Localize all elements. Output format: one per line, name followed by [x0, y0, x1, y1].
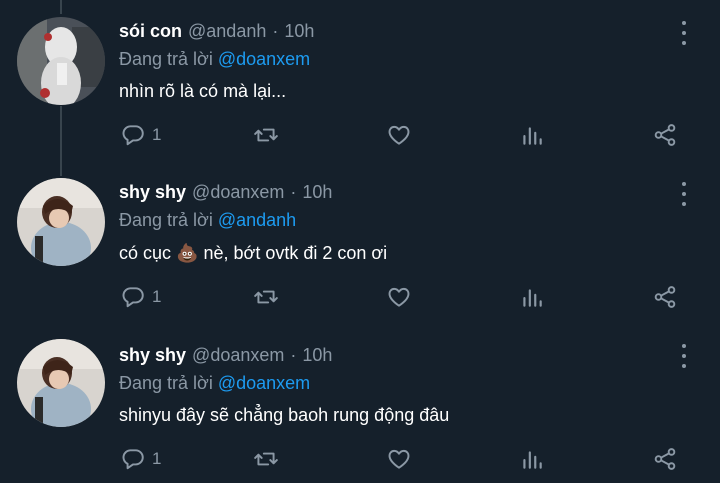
mention-link[interactable]: @andanh [218, 210, 296, 230]
share-icon [654, 124, 676, 146]
separator: · [290, 345, 297, 365]
reply-button[interactable]: 1 [120, 444, 161, 474]
display-name[interactable]: sói con [119, 21, 182, 42]
views-button[interactable] [519, 120, 545, 150]
mention-link[interactable]: @doanxem [218, 49, 310, 69]
replying-to: Đang trả lời @doanxem [119, 49, 310, 70]
avatar-image [17, 178, 105, 266]
analytics-icon [523, 451, 542, 469]
retweet-button[interactable] [253, 444, 279, 474]
display-name[interactable]: shy shy [119, 345, 186, 366]
handle[interactable]: @doanxem [192, 345, 284, 366]
like-icon [388, 125, 410, 145]
separator: · [272, 21, 279, 41]
share-button[interactable] [652, 444, 678, 474]
reply-count: 1 [152, 449, 162, 468]
reply-prefix: Đang trả lời [119, 373, 213, 393]
avatar[interactable] [17, 178, 105, 266]
reply-prefix: Đang trả lời [119, 49, 213, 69]
retweet-button[interactable] [253, 282, 279, 312]
poop-emoji-icon: 💩 [176, 243, 199, 263]
reply-icon [122, 125, 144, 146]
action-bar: 1 [0, 120, 720, 150]
tweet-text-part: có cục [119, 243, 172, 263]
replying-to: Đang trả lời @doanxem [119, 373, 310, 394]
avatar-image [17, 17, 105, 105]
like-button[interactable] [386, 120, 412, 150]
like-button[interactable] [386, 444, 412, 474]
tweet-text: có cục 💩 nè, bớt ovtk đi 2 con ơi [119, 243, 387, 264]
action-bar: 1 [0, 282, 720, 312]
share-icon [654, 286, 676, 308]
retweet-icon [254, 128, 278, 142]
tweet-text-part: nè, bớt ovtk đi 2 con ơi [203, 243, 388, 263]
analytics-icon [523, 127, 542, 145]
more-icon[interactable] [676, 182, 692, 206]
reply-button[interactable]: 1 [120, 282, 161, 312]
tweet[interactable]: shy shy @doanxem · 10h Đang trả lời @doa… [0, 322, 720, 483]
more-icon[interactable] [676, 344, 692, 368]
timestamp[interactable]: 10h [302, 345, 332, 366]
reply-icon [122, 449, 144, 470]
reply-button[interactable]: 1 [120, 120, 161, 150]
reply-count: 1 [152, 125, 162, 144]
views-button[interactable] [519, 282, 545, 312]
analytics-icon [523, 289, 542, 307]
avatar-image [17, 339, 105, 427]
avatar[interactable] [17, 339, 105, 427]
like-button[interactable] [386, 282, 412, 312]
retweet-icon [254, 452, 278, 466]
views-button[interactable] [519, 444, 545, 474]
separator: · [290, 182, 297, 202]
handle[interactable]: @doanxem [192, 182, 284, 203]
more-icon[interactable] [676, 21, 692, 45]
share-button[interactable] [652, 282, 678, 312]
share-icon [654, 448, 676, 470]
mention-link[interactable]: @doanxem [218, 373, 310, 393]
like-icon [388, 449, 410, 469]
timestamp[interactable]: 10h [284, 21, 314, 42]
timestamp[interactable]: 10h [302, 182, 332, 203]
tweet-text: shinyu đây sẽ chẳng baoh rung động đâu [119, 405, 450, 425]
action-bar: 1 [0, 444, 720, 474]
tweet[interactable]: sói con @andanh · 10h Đang trả lời @doan… [0, 0, 720, 161]
like-icon [388, 287, 410, 307]
share-button[interactable] [652, 120, 678, 150]
reply-prefix: Đang trả lời [119, 210, 213, 230]
reply-count: 1 [152, 287, 162, 306]
handle[interactable]: @andanh [188, 21, 266, 42]
retweet-icon [254, 290, 278, 304]
reply-icon [122, 287, 144, 308]
avatar[interactable] [17, 17, 105, 105]
tweet-text: nhìn rõ là có mà lại... [119, 81, 287, 101]
retweet-button[interactable] [253, 120, 279, 150]
replying-to: Đang trả lời @andanh [119, 210, 296, 231]
tweet[interactable]: shy shy @doanxem · 10h Đang trả lời @and… [0, 161, 720, 322]
display-name[interactable]: shy shy [119, 182, 186, 203]
